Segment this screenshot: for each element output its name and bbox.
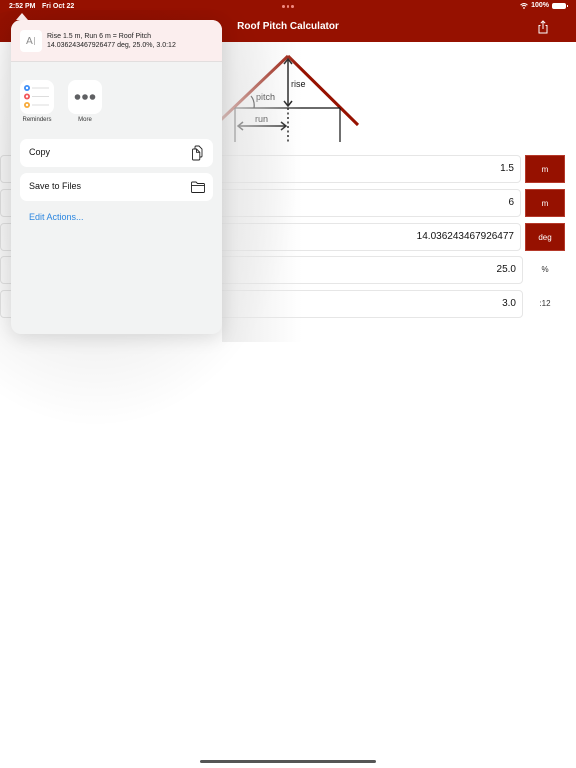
copy-action-label: Copy [29,147,51,157]
reminders-icon [24,85,49,108]
share-sheet-fade [222,42,302,342]
save-to-files-label: Save to Files [29,181,82,191]
pitch-percent-unit-label: % [541,265,549,274]
rise-unit-button[interactable]: m [525,155,565,183]
battery-icon [552,2,568,9]
more-label: More [78,117,92,123]
copy-icon [192,145,203,161]
pitch-ratio-unit-label: :12 [539,299,551,308]
share-sheet: AI Rise 1.5 m, Run 6 m = Roof Pitch 14.0… [11,20,222,334]
pitch-angle-unit-button[interactable]: deg [525,223,565,251]
share-preview-line1: Rise 1.5 m, Run 6 m = Roof Pitch [47,33,152,40]
edit-actions-link[interactable]: Edit Actions... [29,212,84,222]
save-to-files-action[interactable]: Save to Files [20,173,213,201]
share-preview-line2: 14.036243467926477 deg, 25.0%, 3.0:12 [47,42,176,49]
run-unit-button[interactable]: m [525,189,565,217]
multitasking-dots-icon[interactable] [282,5,295,8]
more-app-button[interactable] [68,80,102,114]
reminders-app-button[interactable] [20,80,54,114]
copy-action[interactable]: Copy [20,139,213,167]
status-indicators: 100% [520,2,568,9]
status-date: Fri Oct 22 [42,3,75,10]
home-indicator[interactable] [200,760,376,763]
share-preview-text: Rise 1.5 m, Run 6 m = Roof Pitch 14.0362… [47,32,222,50]
wifi-icon [520,2,528,9]
text-cursor-icon: AI [20,30,42,52]
share-sheet-pointer [16,13,28,20]
share-sheet-header: AI Rise 1.5 m, Run 6 m = Roof Pitch 14.0… [11,20,222,62]
status-time: 2:52 PM [9,3,36,10]
battery-percent: 100% [531,2,549,9]
reminders-label: Reminders [22,117,52,123]
more-icon [74,94,96,100]
folder-icon [191,181,205,193]
share-icon[interactable] [536,20,550,34]
